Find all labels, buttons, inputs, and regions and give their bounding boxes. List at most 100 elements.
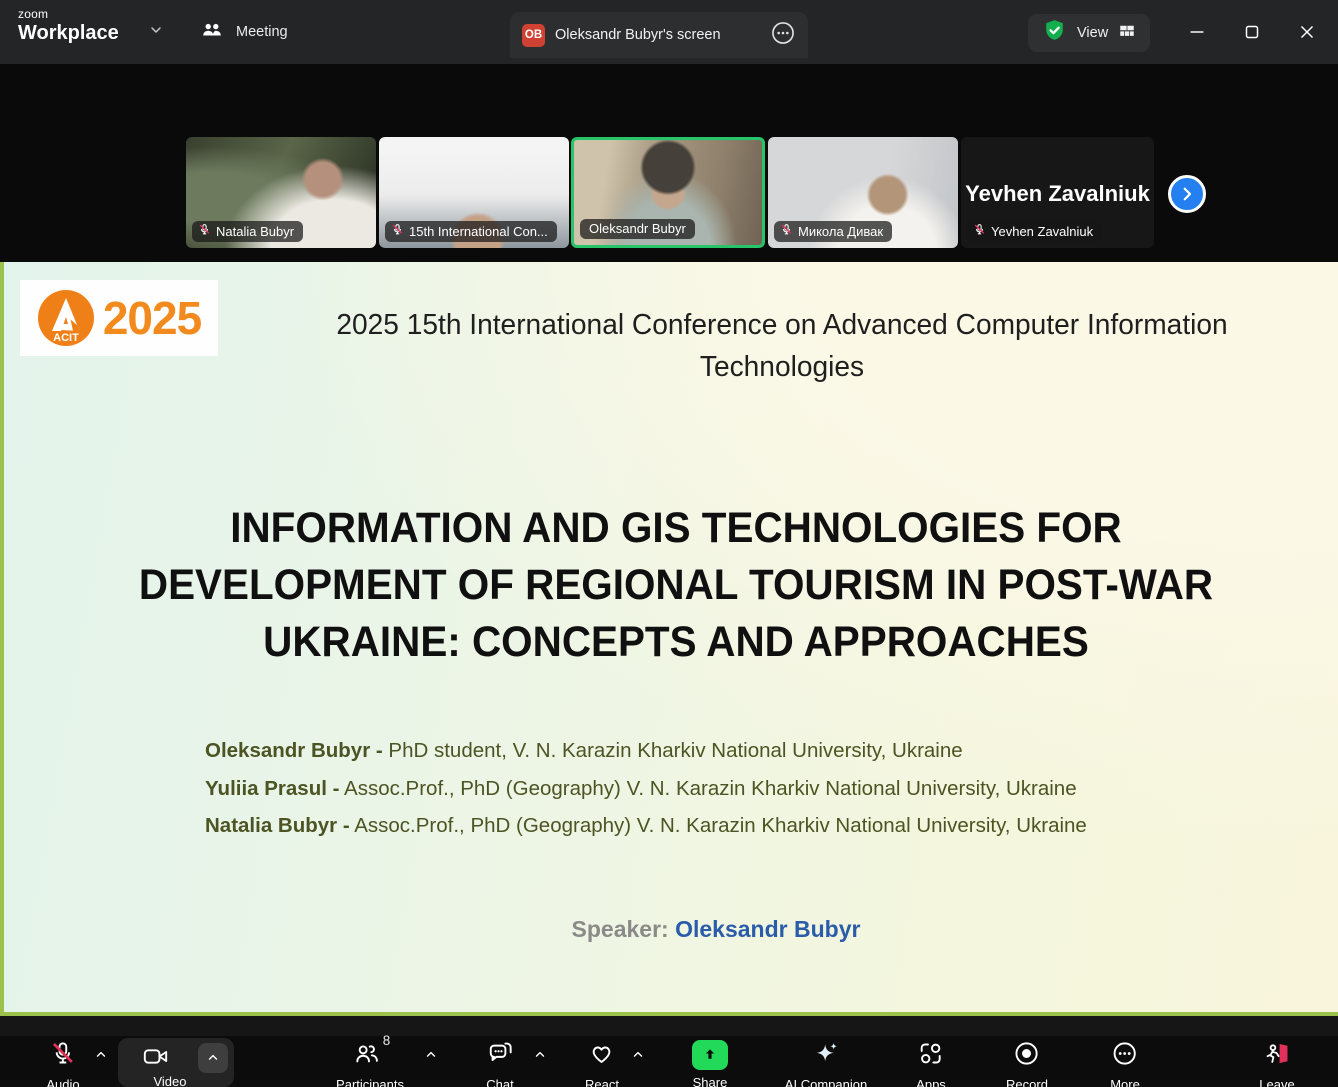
ai-companion-button[interactable]: AI Companion xyxy=(785,1040,867,1087)
participant-nametag: Микола Дивак xyxy=(774,221,892,242)
conference-title: 2025 15th International Conference on Ad… xyxy=(250,304,1313,388)
participant-nametag: Oleksandr Bubyr xyxy=(580,219,695,239)
share-up-arrow-icon xyxy=(692,1040,728,1070)
participants-icon xyxy=(353,1040,380,1072)
chat-bubble-icon xyxy=(487,1040,514,1072)
brand-zoom-text: zoom xyxy=(18,8,119,20)
close-button[interactable] xyxy=(1292,18,1322,46)
security-shield-icon xyxy=(1042,18,1067,48)
record-icon xyxy=(1013,1040,1040,1072)
audio-button[interactable]: Audio xyxy=(46,1040,79,1087)
view-button-label: View xyxy=(1077,25,1108,41)
view-layout-grid-icon xyxy=(1118,22,1136,45)
audio-button-label: Audio xyxy=(46,1077,79,1087)
video-tile-mykola-dyvak[interactable]: Микола Дивак xyxy=(768,137,958,248)
participant-nametag: 15th International Con... xyxy=(385,221,557,242)
mic-muted-icon xyxy=(50,1040,77,1072)
acit-2025-logo: ACIT 2025 xyxy=(20,280,218,356)
participant-name: 15th International Con... xyxy=(409,224,548,239)
acit-logo-icon: ACIT xyxy=(37,289,95,347)
react-button[interactable]: React xyxy=(585,1040,619,1087)
audio-menu-chevron-icon[interactable] xyxy=(94,1048,108,1067)
next-participants-arrow-button[interactable] xyxy=(1168,175,1206,213)
more-button[interactable]: More xyxy=(1110,1040,1140,1087)
react-button-label: React xyxy=(585,1077,619,1087)
logo-year: 2025 xyxy=(103,291,201,345)
screen-share-badge: OB xyxy=(522,24,545,47)
share-button-label: Share xyxy=(693,1075,728,1087)
participants-menu-chevron-icon[interactable] xyxy=(424,1048,438,1067)
author-affiliation: Assoc.Prof., PhD (Geography) V. N. Karaz… xyxy=(339,777,1076,800)
chevron-down-icon[interactable] xyxy=(148,22,164,43)
video-menu-chevron-icon[interactable] xyxy=(198,1043,228,1073)
tab-meeting-label: Meeting xyxy=(236,24,288,40)
apps-button-label: Apps xyxy=(916,1077,946,1087)
leave-button[interactable]: Leave xyxy=(1259,1040,1294,1087)
record-button-label: Record xyxy=(1006,1077,1048,1087)
authors-list: Oleksandr Bubyr - PhD student, V. N. Kar… xyxy=(205,732,1087,845)
video-tile-natalia-bubyr[interactable]: Natalia Bubyr xyxy=(186,137,376,248)
tab-meeting[interactable]: Meeting xyxy=(200,18,288,46)
mic-muted-icon xyxy=(973,223,986,239)
participants-button-label: Participants xyxy=(336,1077,404,1087)
window-titlebar: zoom Workplace Meeting OB Oleksandr Buby… xyxy=(0,0,1338,64)
heart-icon xyxy=(589,1040,616,1072)
mic-muted-icon xyxy=(198,223,211,239)
video-tile-yevhen-zavalniuk-camera-off[interactable]: Yevhen Zavalniuk Yevhen Zavalniuk xyxy=(961,137,1154,248)
participants-icon-row: 8 xyxy=(353,1040,388,1072)
ellipsis-circle-icon xyxy=(1112,1040,1139,1072)
video-button-label: Video xyxy=(118,1074,222,1087)
meeting-people-icon xyxy=(200,18,224,46)
share-button[interactable]: Share xyxy=(692,1040,728,1087)
minimize-button[interactable] xyxy=(1182,18,1212,46)
leave-door-icon xyxy=(1263,1040,1290,1072)
author-line: Yuliia Prasul - Assoc.Prof., PhD (Geogra… xyxy=(205,770,1087,808)
more-button-label: More xyxy=(1110,1077,1140,1087)
participant-name: Oleksandr Bubyr xyxy=(589,221,686,236)
under-slide-strip xyxy=(0,1016,1338,1036)
video-button[interactable]: Video xyxy=(118,1038,234,1087)
chat-menu-chevron-icon[interactable] xyxy=(533,1048,547,1067)
author-affiliation: Assoc.Prof., PhD (Geography) V. N. Karaz… xyxy=(350,814,1087,837)
apps-icon xyxy=(917,1040,944,1072)
sparkle-icon xyxy=(812,1040,839,1072)
participant-name: Yevhen Zavalniuk xyxy=(991,224,1093,239)
participant-name: Микола Дивак xyxy=(798,224,883,239)
apps-button[interactable]: Apps xyxy=(916,1040,946,1087)
author-line: Natalia Bubyr - Assoc.Prof., PhD (Geogra… xyxy=(205,807,1087,845)
react-menu-chevron-icon[interactable] xyxy=(631,1048,645,1067)
zoom-window: zoom Workplace Meeting OB Oleksandr Buby… xyxy=(0,0,1338,1087)
participants-video-strip: Natalia Bubyr 15th International Con... … xyxy=(0,64,1338,262)
tab-screen-share-label: Oleksandr Bubyr's screen xyxy=(555,27,760,43)
mic-muted-icon xyxy=(391,223,404,239)
shared-screen-slide: ACIT 2025 2025 15th International Confer… xyxy=(0,262,1338,1016)
speaker-line: Speaker: Oleksandr Bubyr xyxy=(572,916,861,943)
tab-screen-share[interactable]: OB Oleksandr Bubyr's screen xyxy=(510,12,808,58)
author-name: Oleksandr Bubyr - xyxy=(205,739,383,762)
participant-nametag: Yevhen Zavalniuk xyxy=(967,221,1102,242)
zoom-workplace-logo: zoom Workplace xyxy=(18,8,119,43)
maximize-button[interactable] xyxy=(1237,18,1267,46)
author-affiliation: PhD student, V. N. Karazin Kharkiv Natio… xyxy=(383,739,963,762)
mic-muted-icon xyxy=(780,223,793,239)
chat-button-label: Chat xyxy=(486,1077,513,1087)
tab-options-ellipsis-icon[interactable] xyxy=(770,20,796,51)
record-button[interactable]: Record xyxy=(1006,1040,1048,1087)
author-name: Yuliia Prasul - xyxy=(205,777,339,800)
video-tile-conference-room[interactable]: 15th International Con... xyxy=(379,137,569,248)
presentation-title: INFORMATION AND GIS TECHNOLOGIES FOR DEV… xyxy=(63,500,1289,671)
author-name: Natalia Bubyr - xyxy=(205,814,350,837)
video-tile-oleksandr-bubyr-active[interactable]: Oleksandr Bubyr xyxy=(571,137,765,248)
participant-display-name: Yevhen Zavalniuk xyxy=(961,181,1154,207)
participants-count: 8 xyxy=(383,1033,391,1048)
speaker-name: Oleksandr Bubyr xyxy=(675,916,860,942)
participant-nametag: Natalia Bubyr xyxy=(192,221,303,242)
chat-button[interactable]: Chat xyxy=(486,1040,513,1087)
author-line: Oleksandr Bubyr - PhD student, V. N. Kar… xyxy=(205,732,1087,770)
participants-button[interactable]: 8 Participants xyxy=(336,1040,404,1087)
leave-button-label: Leave xyxy=(1259,1077,1294,1087)
view-button[interactable]: View xyxy=(1028,14,1150,52)
brand-workplace-text: Workplace xyxy=(18,23,119,43)
svg-text:ACIT: ACIT xyxy=(53,332,79,344)
ai-companion-button-label: AI Companion xyxy=(785,1077,867,1087)
